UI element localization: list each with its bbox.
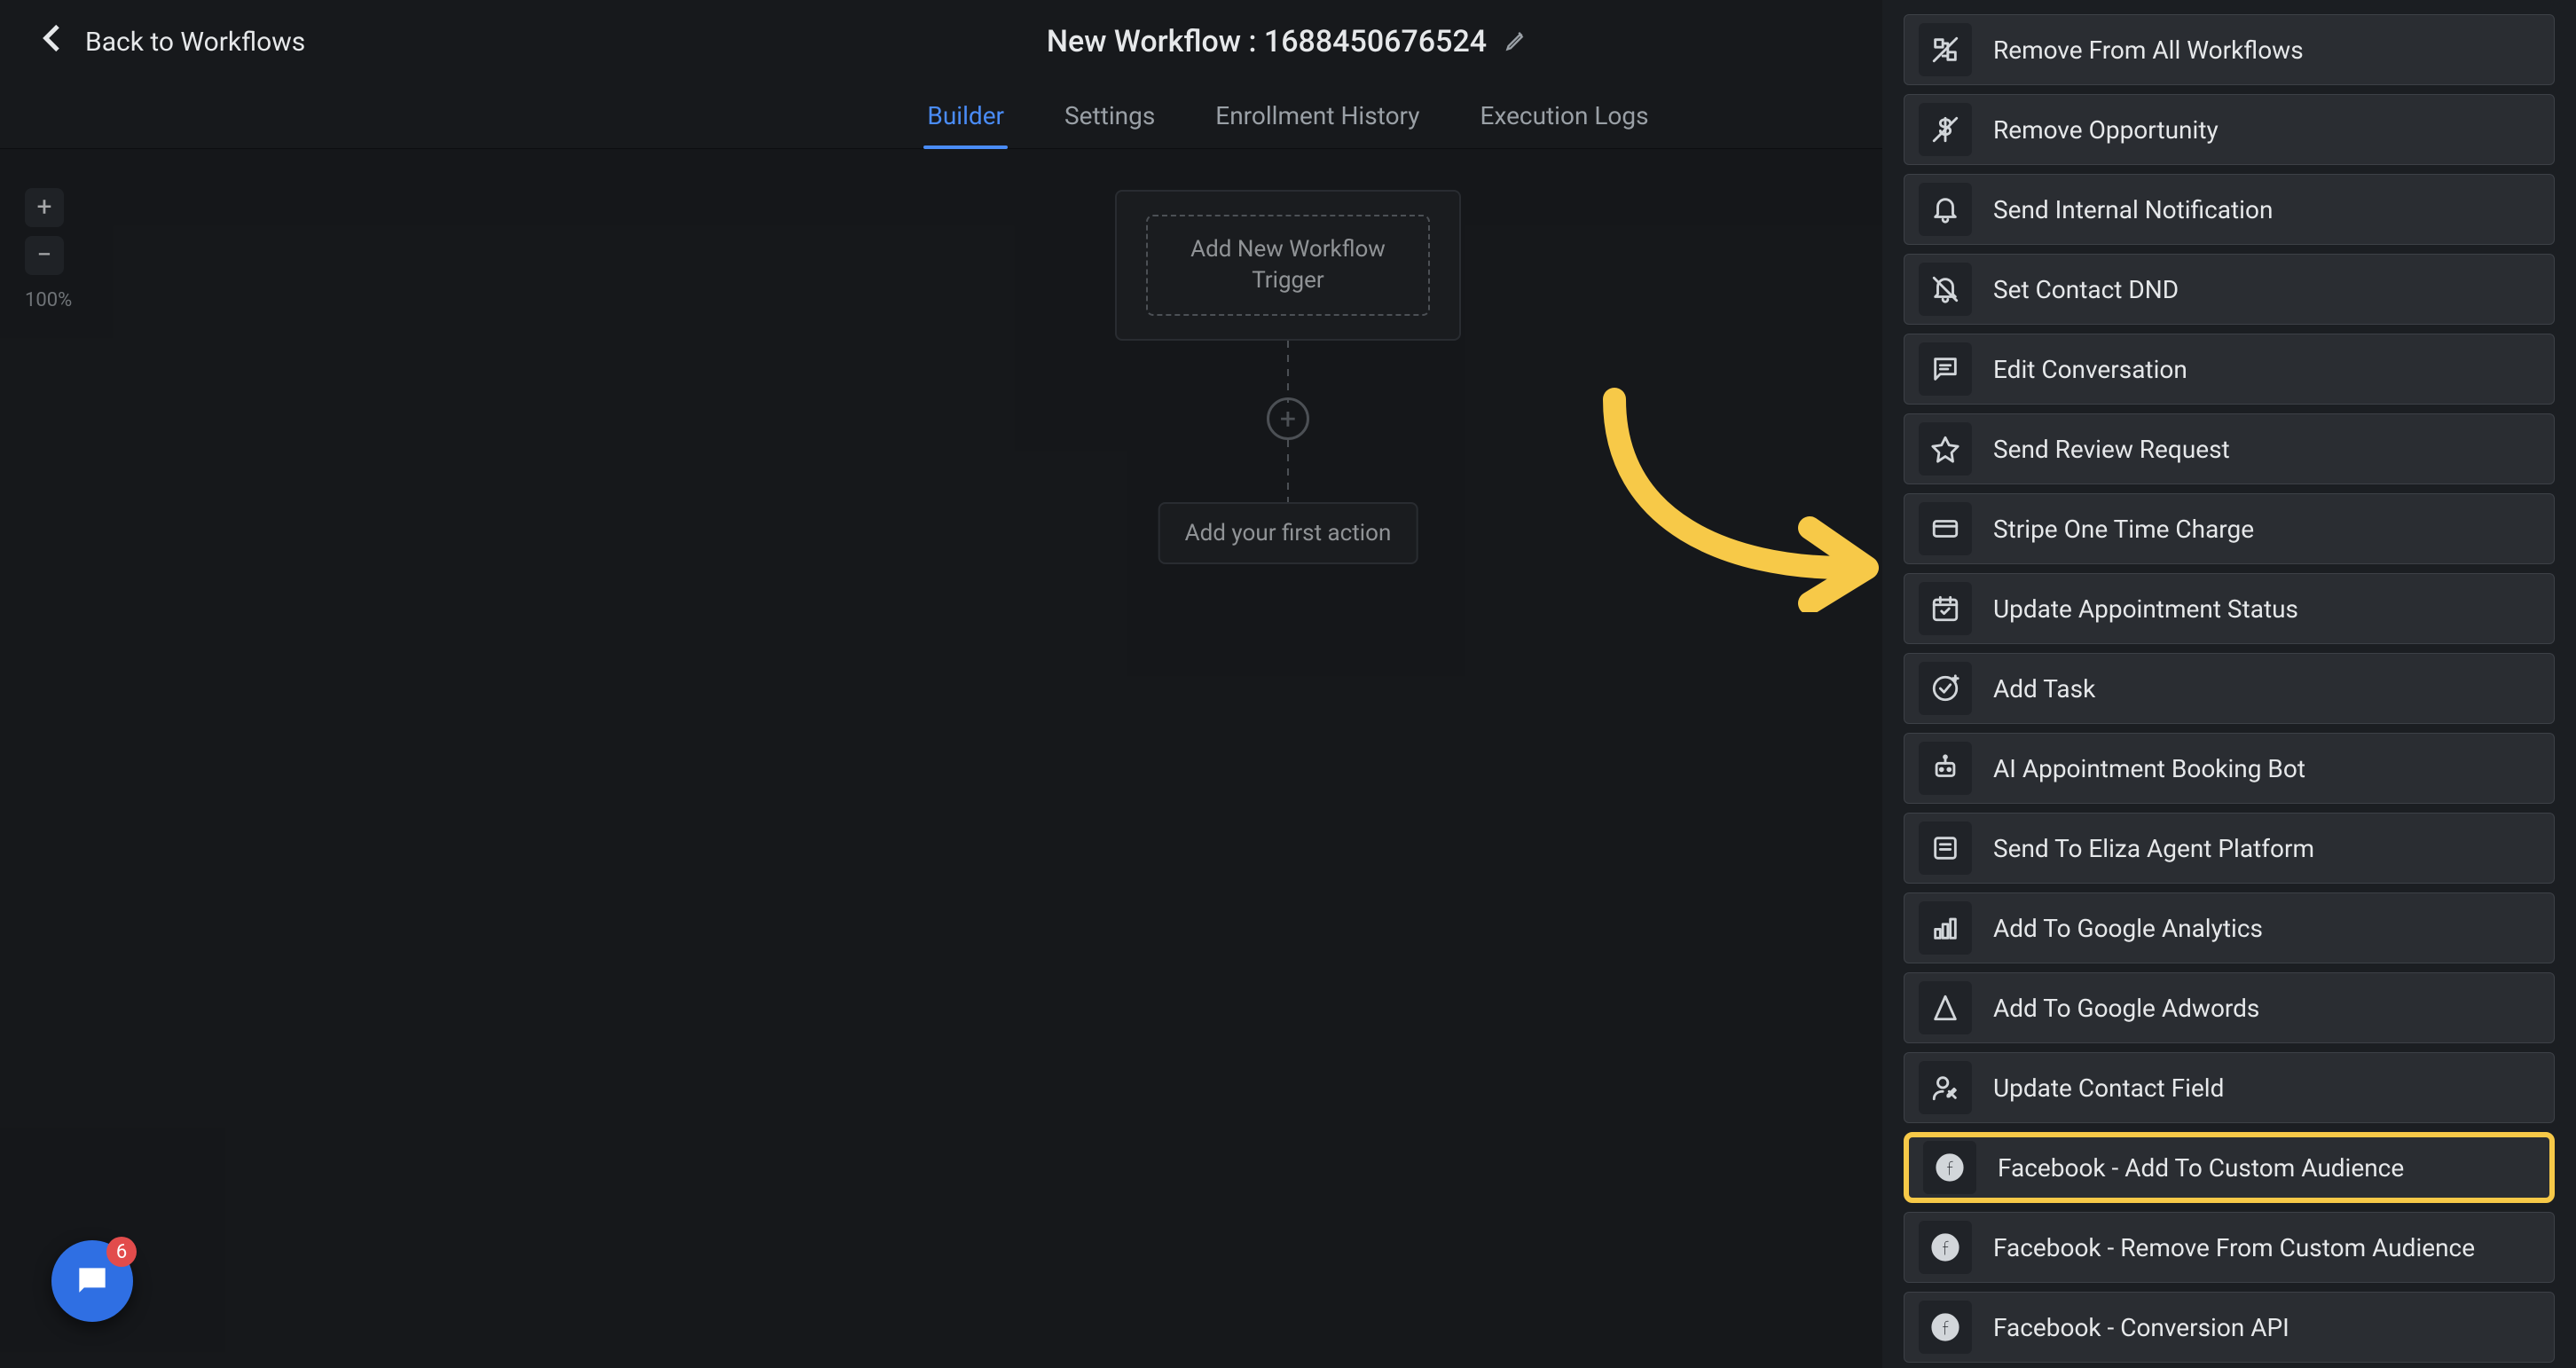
- send-icon: [1919, 822, 1972, 875]
- task-add-icon: [1919, 662, 1972, 715]
- bell-icon: [1919, 183, 1972, 236]
- action-label: Edit Conversation: [1993, 355, 2187, 384]
- action-label: Remove From All Workflows: [1993, 35, 2304, 65]
- action-remove-opportunity[interactable]: Remove Opportunity: [1904, 94, 2555, 165]
- facebook-icon: [1923, 1141, 1976, 1194]
- action-label: Add To Google Analytics: [1993, 914, 2263, 943]
- zoom-out-button[interactable]: −: [25, 236, 64, 275]
- calendar-check-icon: [1919, 582, 1972, 635]
- add-first-action-label: Add your first action: [1185, 520, 1392, 546]
- action-stripe-one-time-charge[interactable]: Stripe One Time Charge: [1904, 493, 2555, 564]
- connector-line: [1287, 341, 1289, 403]
- add-trigger-inner: Add New Workflow Trigger: [1146, 215, 1430, 316]
- action-facebook-remove-from-custom-audience[interactable]: Facebook - Remove From Custom Audience: [1904, 1212, 2555, 1283]
- add-trigger-card[interactable]: Add New Workflow Trigger: [1115, 190, 1461, 341]
- action-label: Facebook - Remove From Custom Audience: [1993, 1233, 2475, 1262]
- action-label: Remove Opportunity: [1993, 115, 2219, 145]
- add-node-button[interactable]: +: [1267, 397, 1309, 440]
- edit-title-button[interactable]: [1504, 28, 1529, 56]
- action-label: Send Review Request: [1993, 435, 2230, 464]
- action-update-appointment-status[interactable]: Update Appointment Status: [1904, 573, 2555, 644]
- action-label: Set Contact DND: [1993, 275, 2179, 304]
- page-title: New Workflow : 1688450676524: [1047, 24, 1487, 59]
- action-ai-appointment-booking-bot[interactable]: AI Appointment Booking Bot: [1904, 733, 2555, 804]
- action-label: Facebook - Conversion API: [1993, 1313, 2289, 1342]
- action-send-review-request[interactable]: Send Review Request: [1904, 413, 2555, 484]
- back-to-workflows[interactable]: Back to Workflows: [35, 20, 305, 63]
- tab-execution-logs[interactable]: Execution Logs: [1477, 101, 1653, 148]
- zoom-level: 100%: [25, 289, 72, 311]
- title-wrap: New Workflow : 1688450676524: [1047, 24, 1529, 59]
- tab-builder[interactable]: Builder: [923, 101, 1008, 148]
- add-trigger-label: Add New Workflow Trigger: [1158, 234, 1418, 296]
- action-set-contact-dnd[interactable]: Set Contact DND: [1904, 254, 2555, 325]
- action-add-to-google-adwords[interactable]: Add To Google Adwords: [1904, 972, 2555, 1043]
- action-update-contact-field[interactable]: Update Contact Field: [1904, 1052, 2555, 1123]
- connector-line-2: [1287, 440, 1289, 502]
- action-send-internal-notification[interactable]: Send Internal Notification: [1904, 174, 2555, 245]
- action-label: Update Contact Field: [1993, 1073, 2224, 1103]
- back-label: Back to Workflows: [85, 27, 305, 58]
- bot-icon: [1919, 742, 1972, 795]
- facebook-icon: [1919, 1301, 1972, 1354]
- user-edit-icon: [1919, 1061, 1972, 1114]
- zoom-in-button[interactable]: +: [25, 188, 64, 227]
- add-first-action-button[interactable]: Add your first action: [1158, 502, 1418, 564]
- action-edit-conversation[interactable]: Edit Conversation: [1904, 334, 2555, 405]
- chat-badge: 6: [106, 1237, 137, 1267]
- card-icon: [1919, 502, 1972, 555]
- chat-icon: [1919, 342, 1972, 396]
- action-label: Send Internal Notification: [1993, 195, 2273, 224]
- action-add-task[interactable]: Add Task: [1904, 653, 2555, 724]
- action-facebook-add-to-custom-audience[interactable]: Facebook - Add To Custom Audience: [1904, 1132, 2555, 1203]
- action-label: Add Task: [1993, 674, 2095, 704]
- tab-settings[interactable]: Settings: [1061, 101, 1158, 148]
- flow-remove-icon: [1919, 23, 1972, 76]
- action-add-to-google-analytics[interactable]: Add To Google Analytics: [1904, 892, 2555, 963]
- action-label: Send To Eliza Agent Platform: [1993, 834, 2314, 863]
- adwords-icon: [1919, 981, 1972, 1034]
- action-remove-from-all-workflows[interactable]: Remove From All Workflows: [1904, 14, 2555, 85]
- chevron-left-icon: [35, 20, 71, 63]
- facebook-icon: [1919, 1221, 1972, 1274]
- action-label: Facebook - Add To Custom Audience: [1998, 1153, 2404, 1183]
- zoom-controls: + − 100%: [25, 188, 72, 311]
- money-off-icon: [1919, 103, 1972, 156]
- chat-widget-button[interactable]: 6: [51, 1240, 133, 1322]
- bell-off-icon: [1919, 263, 1972, 316]
- action-label: AI Appointment Booking Bot: [1993, 754, 2305, 783]
- actions-side-panel[interactable]: Remove From All Workflows Remove Opportun…: [1882, 0, 2576, 1368]
- star-icon: [1919, 422, 1972, 476]
- action-label: Add To Google Adwords: [1993, 994, 2259, 1023]
- action-label: Update Appointment Status: [1993, 594, 2298, 624]
- action-label: Stripe One Time Charge: [1993, 515, 2254, 544]
- action-facebook-conversion-api[interactable]: Facebook - Conversion API: [1904, 1292, 2555, 1363]
- action-send-to-eliza-agent-platform[interactable]: Send To Eliza Agent Platform: [1904, 813, 2555, 884]
- analytics-icon: [1919, 901, 1972, 955]
- tab-enrollment-history[interactable]: Enrollment History: [1212, 101, 1423, 148]
- panel-cutoff-top: [1904, 0, 2555, 14]
